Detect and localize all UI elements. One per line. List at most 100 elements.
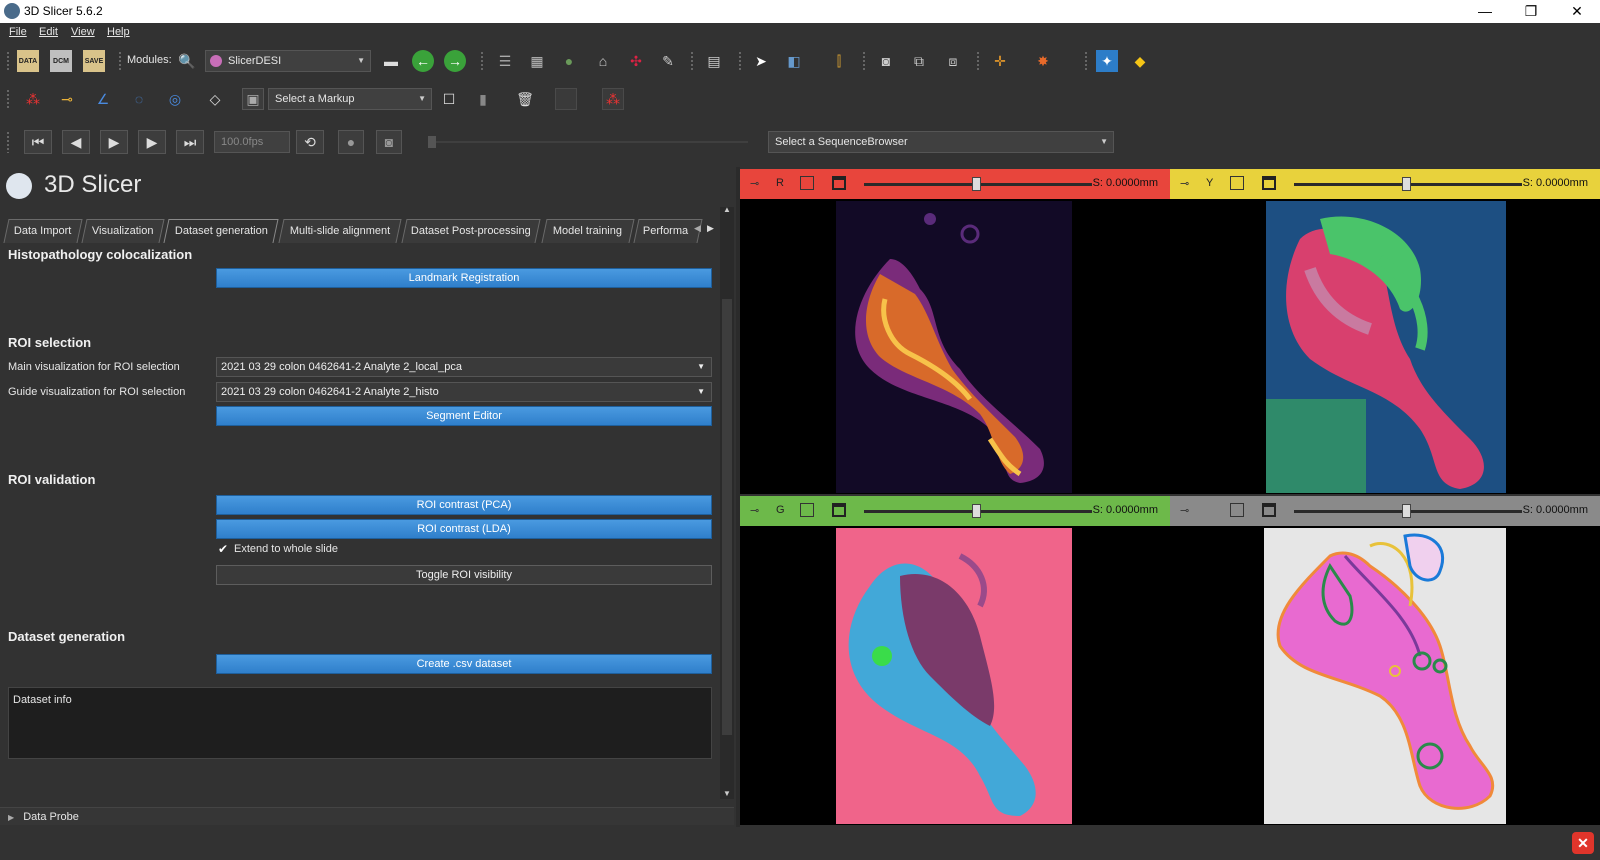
scroll-up-icon[interactable]: ▲	[723, 205, 731, 214]
minimize-button[interactable]: —	[1462, 0, 1508, 23]
pin-icon[interactable]: ⊸	[750, 177, 759, 190]
guide-visualization-select[interactable]: 2021 03 29 colon 0462641-2 Analyte 2_his…	[216, 382, 712, 402]
roi-contrast-pca-button[interactable]: ROI contrast (PCA)	[216, 495, 712, 515]
landmark-registration-button[interactable]: Landmark Registration	[216, 268, 712, 288]
closed-curve-icon[interactable]: ◎	[164, 88, 186, 110]
link-icon[interactable]	[800, 503, 814, 517]
green-slice-slider-handle[interactable]	[972, 504, 981, 518]
restore-view-icon[interactable]: ⧈	[942, 50, 964, 72]
panel-scrollbar[interactable]: ▲ ▼	[720, 205, 734, 799]
loop-icon[interactable]: ⟲	[296, 130, 324, 154]
maximize-view-icon[interactable]	[832, 176, 846, 190]
mouse-mode-icon[interactable]: ➤	[750, 50, 772, 72]
gray-slice-slider-handle[interactable]	[1402, 504, 1411, 518]
previous-frame-icon[interactable]: ◀	[62, 130, 90, 154]
place-mode-icon[interactable]: ▮	[472, 88, 494, 110]
transforms-icon[interactable]: ⌂	[592, 50, 614, 72]
next-frame-icon[interactable]: ▶	[138, 130, 166, 154]
tab-scroll-left-icon[interactable]: ◀	[694, 223, 701, 234]
load-data-icon[interactable]: DATA	[17, 50, 39, 72]
models-icon[interactable]: ●	[558, 50, 580, 72]
fiducial-icon[interactable]: ✸	[1032, 50, 1054, 72]
menu-view[interactable]: View	[71, 26, 95, 38]
segment-editor-button[interactable]: Segment Editor	[216, 406, 712, 426]
tab-scroll-right-icon[interactable]: ▶	[707, 223, 714, 234]
angle-icon[interactable]: ∠	[92, 88, 114, 110]
play-icon[interactable]: ▶	[100, 130, 128, 154]
crosshair-icon[interactable]: ✛	[989, 50, 1011, 72]
extension-manager-icon[interactable]: ✦	[1096, 50, 1118, 72]
blank-button-icon[interactable]	[555, 88, 577, 110]
sequence-slider[interactable]	[428, 136, 748, 148]
module-history-icon[interactable]: ▬	[380, 50, 402, 72]
record-icon[interactable]: ●	[338, 130, 364, 154]
plane-icon[interactable]: ◇	[204, 88, 226, 110]
create-csv-dataset-button[interactable]: Create .csv dataset	[216, 654, 712, 674]
back-arrow-icon[interactable]: ←	[412, 50, 434, 72]
tab-dataset-generation[interactable]: Dataset generation	[163, 219, 279, 243]
gray-slice-view[interactable]	[1170, 526, 1600, 825]
toolbar-grip[interactable]	[690, 51, 694, 71]
restore-button[interactable]: ❐	[1508, 0, 1554, 23]
extend-checkbox[interactable]: ✔	[218, 542, 228, 556]
python-console-icon[interactable]: ◆	[1129, 50, 1151, 72]
toolbar-grip[interactable]	[6, 89, 10, 109]
dicom-icon[interactable]: DCM	[50, 50, 72, 72]
scene-view-icon[interactable]: ⧉	[908, 50, 930, 72]
link-icon[interactable]	[1230, 503, 1244, 517]
window-level-icon[interactable]: ◧	[783, 50, 805, 72]
tab-data-import[interactable]: Data Import	[3, 219, 83, 243]
save-icon[interactable]: SAVE	[83, 50, 105, 72]
pin-icon[interactable]: ⊸	[1180, 177, 1189, 190]
scrollbar-thumb[interactable]	[722, 299, 732, 735]
menu-help[interactable]: Help	[107, 26, 130, 38]
toolbar-grip[interactable]	[1084, 51, 1088, 71]
toolbar-grip[interactable]	[118, 51, 122, 71]
layout-icon[interactable]: ▤	[703, 50, 725, 72]
toolbar-grip[interactable]	[738, 51, 742, 71]
roi-icon[interactable]: ▣	[242, 88, 264, 110]
link-icon[interactable]	[800, 176, 814, 190]
yellow-slice-slider-handle[interactable]	[1402, 177, 1411, 191]
maximize-view-icon[interactable]	[832, 503, 846, 517]
search-icon[interactable]: 🔍	[176, 50, 198, 72]
error-log-icon[interactable]: ✕	[1572, 832, 1594, 854]
first-frame-icon[interactable]: ⏮	[24, 130, 52, 154]
toolbar-grip[interactable]	[6, 131, 10, 153]
curve-icon[interactable]: ◌	[128, 88, 150, 110]
delete-icon[interactable]: 🗑	[514, 88, 536, 110]
sequence-browser-selector[interactable]: Select a SequenceBrowser ▼	[768, 131, 1114, 153]
menu-file[interactable]: File	[9, 26, 27, 38]
pin-icon[interactable]: ⊸	[750, 504, 759, 517]
point-list-icon[interactable]: ⁂	[22, 88, 44, 110]
crosshair-mode-icon[interactable]: ⫿	[828, 50, 850, 72]
toolbar-grip[interactable]	[862, 51, 866, 71]
tab-model-training[interactable]: Model training	[541, 219, 635, 243]
tab-visualization[interactable]: Visualization	[81, 219, 165, 243]
toolbar-grip[interactable]	[480, 51, 484, 71]
scroll-down-icon[interactable]: ▼	[723, 789, 731, 798]
forward-arrow-icon[interactable]: →	[444, 50, 466, 72]
screenshot-icon[interactable]: ◙	[875, 50, 897, 72]
maximize-view-icon[interactable]	[1262, 503, 1276, 517]
visibility-checkbox-icon[interactable]: ☐	[438, 88, 460, 110]
main-visualization-select[interactable]: 2021 03 29 colon 0462641-2 Analyte 2_loc…	[216, 357, 712, 377]
toggle-roi-visibility-button[interactable]: Toggle ROI visibility	[216, 565, 712, 585]
fps-spinbox[interactable]: 100.0fps	[214, 131, 290, 153]
markups-icon[interactable]: ✣	[625, 50, 647, 72]
close-window-button[interactable]: ✕	[1554, 0, 1600, 23]
tab-dataset-post-processing[interactable]: Dataset Post-processing	[401, 219, 541, 243]
red-slice-slider-handle[interactable]	[972, 177, 981, 191]
point-placement-icon[interactable]: ⁂	[602, 88, 624, 110]
markup-selector[interactable]: Select a Markup ▼	[268, 88, 432, 110]
green-slice-view[interactable]	[740, 526, 1170, 825]
pin-icon[interactable]: ⊸	[1180, 504, 1189, 517]
snapshot-icon[interactable]: ◙	[376, 130, 402, 154]
link-icon[interactable]	[1230, 176, 1244, 190]
tab-performance[interactable]: Performa	[633, 219, 703, 243]
yellow-slice-view[interactable]	[1170, 199, 1600, 494]
red-slice-view[interactable]	[740, 199, 1170, 494]
volumes-icon[interactable]: ▦	[526, 50, 548, 72]
module-selector[interactable]: SlicerDESI ▼	[205, 50, 371, 72]
roi-contrast-lda-button[interactable]: ROI contrast (LDA)	[216, 519, 712, 539]
